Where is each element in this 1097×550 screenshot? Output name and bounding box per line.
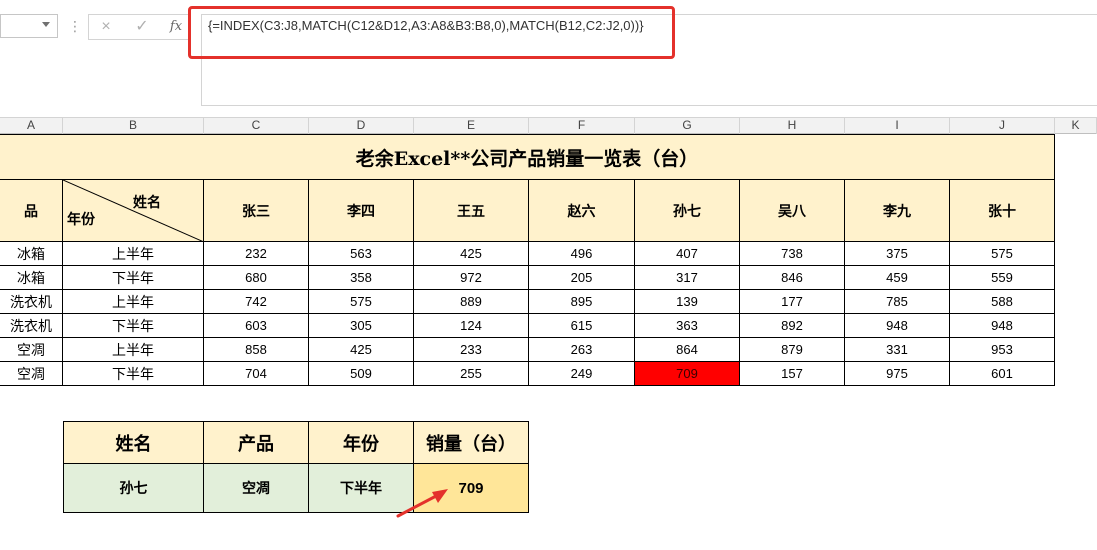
value-cell[interactable]: 680 bbox=[204, 266, 309, 290]
value-cell[interactable]: 205 bbox=[529, 266, 635, 290]
value-cell[interactable]: 575 bbox=[950, 242, 1055, 266]
value-cell[interactable]: 139 bbox=[635, 290, 740, 314]
value-cell[interactable]: 331 bbox=[845, 338, 950, 362]
header-name-5[interactable]: 吴八 bbox=[740, 180, 845, 242]
value-cell[interactable]: 785 bbox=[845, 290, 950, 314]
period-cell[interactable]: 下半年 bbox=[63, 314, 204, 338]
value-cell[interactable]: 889 bbox=[414, 290, 529, 314]
cancel-icon[interactable]: × bbox=[91, 15, 121, 39]
value-cell[interactable]: 846 bbox=[740, 266, 845, 290]
value-cell[interactable]: 588 bbox=[950, 290, 1055, 314]
header-name-3[interactable]: 赵六 bbox=[529, 180, 635, 242]
value-cell[interactable]: 157 bbox=[740, 362, 845, 386]
value-cell[interactable]: 895 bbox=[529, 290, 635, 314]
value-cell[interactable]: 858 bbox=[204, 338, 309, 362]
product-cell[interactable]: 冰箱 bbox=[0, 242, 63, 266]
value-cell[interactable]: 864 bbox=[635, 338, 740, 362]
value-cell[interactable]: 425 bbox=[414, 242, 529, 266]
header-name-2[interactable]: 王五 bbox=[414, 180, 529, 242]
value-cell[interactable]: 615 bbox=[529, 314, 635, 338]
lookup-input-0[interactable]: 孙七 bbox=[63, 464, 204, 513]
column-header-c[interactable]: C bbox=[204, 117, 309, 134]
value-cell[interactable]: 601 bbox=[950, 362, 1055, 386]
arrow-icon bbox=[396, 489, 448, 518]
column-header-g[interactable]: G bbox=[635, 117, 740, 134]
value-cell[interactable]: 232 bbox=[204, 242, 309, 266]
more-vertical-icon[interactable]: ⋮ bbox=[68, 16, 82, 36]
lookup-header-2[interactable]: 年份 bbox=[309, 421, 414, 464]
period-cell[interactable]: 上半年 bbox=[63, 338, 204, 362]
value-cell[interactable]: 305 bbox=[309, 314, 414, 338]
value-cell[interactable]: 563 bbox=[309, 242, 414, 266]
value-cell[interactable]: 249 bbox=[529, 362, 635, 386]
value-cell[interactable]: 496 bbox=[529, 242, 635, 266]
enter-icon[interactable]: ✓ bbox=[127, 15, 157, 39]
header-name-7[interactable]: 张十 bbox=[950, 180, 1055, 242]
value-cell[interactable]: 233 bbox=[414, 338, 529, 362]
formula-buttons: × ✓ fx bbox=[88, 14, 190, 40]
header-name-0[interactable]: 张三 bbox=[204, 180, 309, 242]
product-cell[interactable]: 空凋 bbox=[0, 362, 63, 386]
value-cell[interactable]: 948 bbox=[950, 314, 1055, 338]
value-cell[interactable]: 425 bbox=[309, 338, 414, 362]
lookup-header-0[interactable]: 姓名 bbox=[63, 421, 204, 464]
value-cell[interactable]: 738 bbox=[740, 242, 845, 266]
product-cell[interactable]: 洗衣机 bbox=[0, 314, 63, 338]
insert-function-icon[interactable]: fx bbox=[161, 15, 191, 39]
period-cell[interactable]: 下半年 bbox=[63, 362, 204, 386]
period-cell[interactable]: 上半年 bbox=[63, 290, 204, 314]
chevron-down-icon[interactable] bbox=[42, 22, 50, 27]
period-cell[interactable]: 下半年 bbox=[63, 266, 204, 290]
lookup-input-1[interactable]: 空凋 bbox=[204, 464, 309, 513]
value-cell[interactable]: 358 bbox=[309, 266, 414, 290]
value-cell[interactable]: 375 bbox=[845, 242, 950, 266]
value-cell[interactable]: 407 bbox=[635, 242, 740, 266]
value-cell[interactable]: 603 bbox=[204, 314, 309, 338]
column-header-i[interactable]: I bbox=[845, 117, 950, 134]
value-cell[interactable]: 263 bbox=[529, 338, 635, 362]
value-cell[interactable]: 953 bbox=[950, 338, 1055, 362]
header-corner-cell[interactable]: 姓名年份 bbox=[63, 180, 204, 242]
value-cell[interactable]: 559 bbox=[950, 266, 1055, 290]
value-cell[interactable]: 742 bbox=[204, 290, 309, 314]
value-cell[interactable]: 975 bbox=[845, 362, 950, 386]
column-header-j[interactable]: J bbox=[950, 117, 1055, 134]
value-cell[interactable]: 459 bbox=[845, 266, 950, 290]
column-header-f[interactable]: F bbox=[529, 117, 635, 134]
corner-year-label: 年份 bbox=[67, 211, 95, 227]
value-cell[interactable]: 879 bbox=[740, 338, 845, 362]
lookup-header-1[interactable]: 产品 bbox=[204, 421, 309, 464]
value-cell[interactable]: 255 bbox=[414, 362, 529, 386]
highlighted-value-cell[interactable]: 709 bbox=[635, 362, 740, 386]
column-header-k[interactable]: K bbox=[1055, 117, 1097, 134]
column-header-b[interactable]: B bbox=[63, 117, 204, 134]
column-header-e[interactable]: E bbox=[414, 117, 529, 134]
value-cell[interactable]: 948 bbox=[845, 314, 950, 338]
header-name-4[interactable]: 孙七 bbox=[635, 180, 740, 242]
product-cell[interactable]: 空凋 bbox=[0, 338, 63, 362]
corner-name-label: 姓名 bbox=[133, 194, 161, 210]
header-product[interactable]: 品 bbox=[0, 180, 63, 242]
value-cell[interactable]: 972 bbox=[414, 266, 529, 290]
product-cell[interactable]: 洗衣机 bbox=[0, 290, 63, 314]
table-title[interactable]: 老余Excel**公司产品销量一览表（台） bbox=[0, 134, 1055, 180]
formula-highlight-box bbox=[188, 6, 675, 59]
value-cell[interactable]: 317 bbox=[635, 266, 740, 290]
value-cell[interactable]: 575 bbox=[309, 290, 414, 314]
header-name-6[interactable]: 李九 bbox=[845, 180, 950, 242]
value-cell[interactable]: 892 bbox=[740, 314, 845, 338]
column-header-h[interactable]: H bbox=[740, 117, 845, 134]
lookup-header-3[interactable]: 销量（台） bbox=[414, 421, 529, 464]
value-cell[interactable]: 509 bbox=[309, 362, 414, 386]
period-cell[interactable]: 上半年 bbox=[63, 242, 204, 266]
product-cell[interactable]: 冰箱 bbox=[0, 266, 63, 290]
column-header-a[interactable]: A bbox=[0, 117, 63, 134]
value-cell[interactable]: 363 bbox=[635, 314, 740, 338]
header-name-1[interactable]: 李四 bbox=[309, 180, 414, 242]
value-cell[interactable]: 177 bbox=[740, 290, 845, 314]
column-header-d[interactable]: D bbox=[309, 117, 414, 134]
value-cell[interactable]: 704 bbox=[204, 362, 309, 386]
value-cell[interactable]: 124 bbox=[414, 314, 529, 338]
